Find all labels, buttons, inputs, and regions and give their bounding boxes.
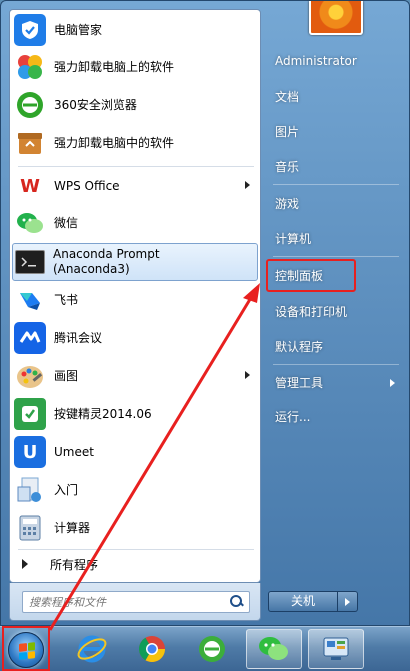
annotation-arrow xyxy=(48,283,260,631)
